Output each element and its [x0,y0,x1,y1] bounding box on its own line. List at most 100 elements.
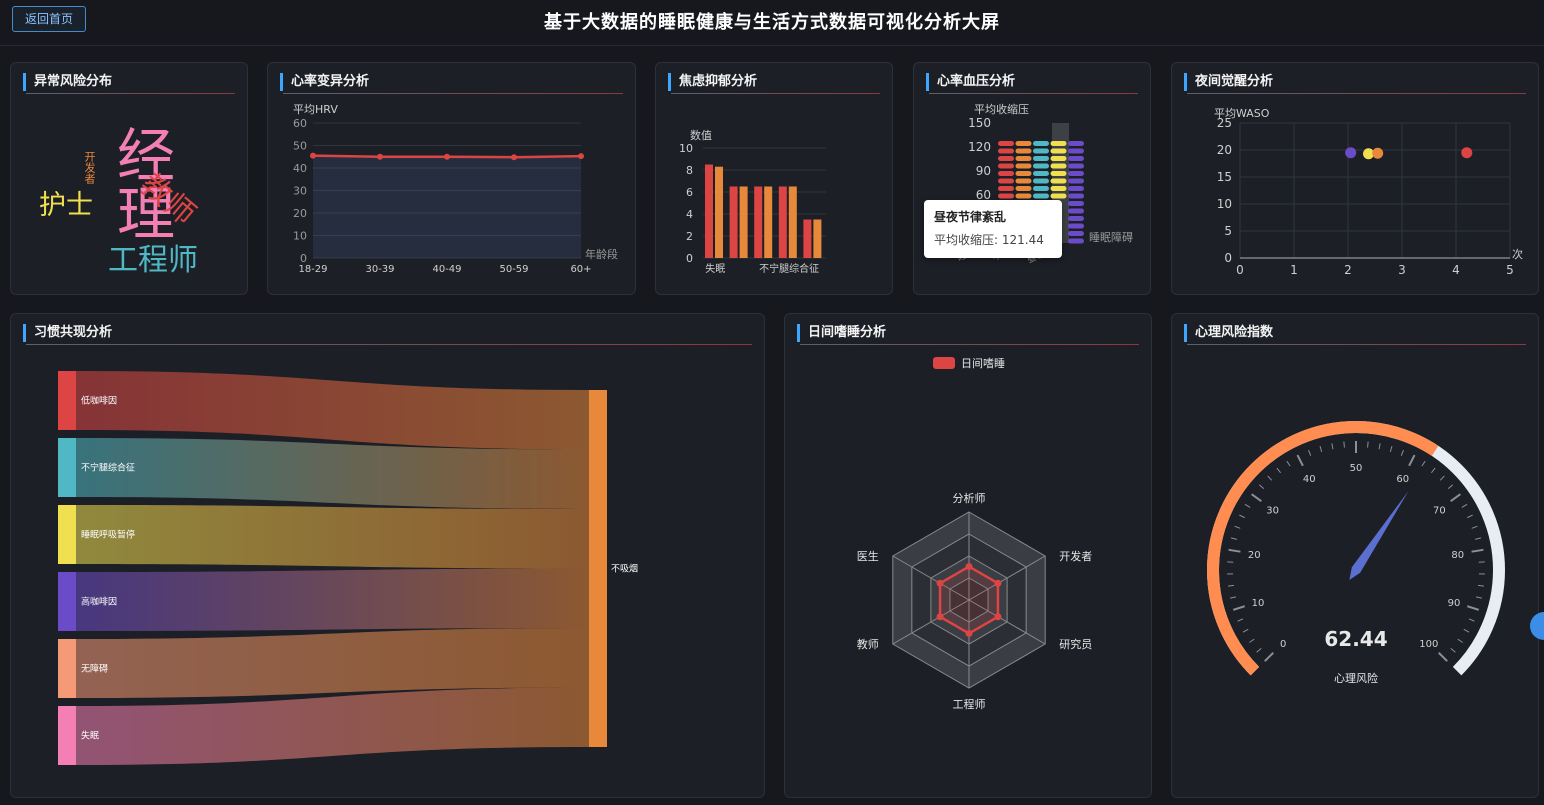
gauge-tick [1249,638,1255,643]
gauge-value: 62.44 [1324,627,1387,651]
gauge-tick [1408,454,1416,467]
gauge-tick [1331,443,1334,450]
legend-swatch [933,357,955,369]
gauge-pointer [1349,490,1409,580]
radar-indicator-label: 开发者 [1059,549,1092,563]
gauge-tick [1233,605,1246,611]
top-bar: 返回首页 基于大数据的睡眠健康与生活方式数据可视化分析大屏 [0,0,1544,46]
y-tick-label: 15 [1217,170,1232,184]
pictorial-bar-segment [1033,193,1049,199]
y-axis-label: 平均HRV [293,103,338,116]
sankey-chart: 低咖啡因不宁腿综合征睡眠呼吸暂停高咖啡因无障碍失眠 不吸烟 [58,371,638,765]
pictorial-bar-segment [998,171,1014,176]
bar [754,186,763,258]
bp-panel: 心率血压分析 平均收缩压6090120150睡眠障碍睡眠...不宁...昼夜..… [913,62,1151,295]
gauge-tick [1461,503,1468,508]
tooltip-title: 昼夜节律紊乱 [934,210,1007,224]
gauge-tick [1439,475,1445,481]
waso-chart: 平均WASO05101520250 1 2 3 4 5次 [1214,107,1523,277]
anxiety-panel: 焦虑抑郁分析 数值 0 2 4 6 8 10 失眠 不宁腿综合征 [655,62,893,295]
anxiety-chart: 数值 0 2 4 6 8 10 失眠 不宁腿综合征 [679,129,826,275]
panel-title: 异常风险分布 [23,73,235,94]
gauge-tick [1256,648,1262,653]
radar-indicator-label: 分析师 [953,491,986,505]
pictorial-bar-segment [1033,178,1049,184]
x-tick-label: 2 [1344,263,1352,277]
scatter-point [1372,147,1384,159]
gauge-tick [1267,475,1273,481]
y-axis-label: 平均收缩压 [974,102,1029,116]
pictorial-bar-segment [1068,156,1084,161]
y-tick-label: 50 [293,140,307,153]
y-tick-label: 30 [293,185,307,198]
radar-point [965,563,973,571]
sleepiness-panel: 日间嗜睡分析 日间嗜睡 分析师 开发者 研究员 工程师 教师 医生 [784,313,1152,798]
gauge-tick [1421,460,1426,467]
gauge-tick [1239,514,1245,519]
gauge-tick-label: 30 [1266,505,1279,516]
gauge-tick-label: 0 [1280,639,1286,650]
legend-label: 日间嗜睡 [961,357,1005,370]
radar-indicator-label: 医生 [857,549,879,563]
radar-point [965,629,973,637]
gauge-tick-label: 60 [1396,474,1409,485]
chart-tooltip: 昼夜节律紊乱 平均收缩压: 121.44 [924,200,1062,258]
pictorial-bar-segment [1050,178,1067,184]
y-tick-label: 6 [686,186,693,199]
x-tick-label: 40-49 [432,264,461,275]
sankey-node-label: 失眠 [81,730,99,742]
gauge-tick [1319,445,1323,453]
y-tick-label: 4 [686,208,693,221]
pictorial-bar-segment [1050,141,1067,146]
bar [764,186,773,258]
x-tick-label: 不宁腿综合征 [759,262,819,275]
waso-panel: 夜间觉醒分析 平均WASO 0 5 10 15 20 25 0 1 2 3 4 5 次 [1171,62,1539,295]
gauge-tick [1463,628,1470,633]
pictorial-bar-segment [1050,148,1067,154]
x-tick-label: 3 [1398,263,1406,277]
gauge-tick-label: 10 [1252,598,1265,609]
data-point [444,153,450,160]
pictorial-bar-segment [1050,171,1067,176]
y-tick-label: 8 [686,164,693,177]
gauge-tick-label: 100 [1419,639,1438,650]
gauge-tick [1471,548,1484,553]
gauge-tick [1430,467,1436,474]
y-axis-label: 数值 [690,129,712,142]
gauge-tick [1227,584,1235,587]
sankey-target-node [589,390,607,747]
sankey-link [76,687,589,765]
gauge-tick [1450,493,1461,503]
x-tick-label: 60+ [570,264,591,275]
bar [788,186,797,258]
pictorial-bar-segment [1068,238,1084,244]
pictorial-bar-segment [1033,186,1049,191]
pictorial-bar-segment [1033,163,1049,169]
word-cloud-word: 开发者 [83,151,96,184]
hrv-panel: 心率变异分析 平均HRV 0 10 20 30 40 50 60 18-29 30-39 40-49… [267,62,636,295]
pictorial-bar-segment [998,178,1014,184]
y-tick-label: 0 [686,252,693,265]
pictorial-bar-segment [1015,186,1032,191]
gauge-tick [1466,605,1479,611]
gauge-tick [1237,618,1244,622]
gauge-tick [1467,514,1473,519]
pictorial-bar-segment [1068,193,1084,199]
gauge-tick [1264,652,1274,662]
scatter-point [1461,147,1473,159]
pictorial-bar-segment [1068,171,1084,176]
gauge-tick [1234,525,1241,529]
y-tick-label: 150 [968,116,991,130]
pictorial-bar-segment [1015,163,1032,169]
radar-indicator-label: 教师 [857,638,879,651]
gauge-tick [1230,537,1237,540]
sankey-node-label: 睡眠呼吸暂停 [81,529,135,541]
data-point [377,153,383,160]
sankey-source-node [58,371,76,430]
bar [778,186,787,258]
sankey-node-label: 低咖啡因 [81,395,117,407]
pictorial-bar-segment [1068,163,1084,169]
tooltip-label: 平均收缩压 [934,233,995,247]
y-tick-label: 5 [1224,224,1232,238]
gauge-tick [1251,493,1262,503]
